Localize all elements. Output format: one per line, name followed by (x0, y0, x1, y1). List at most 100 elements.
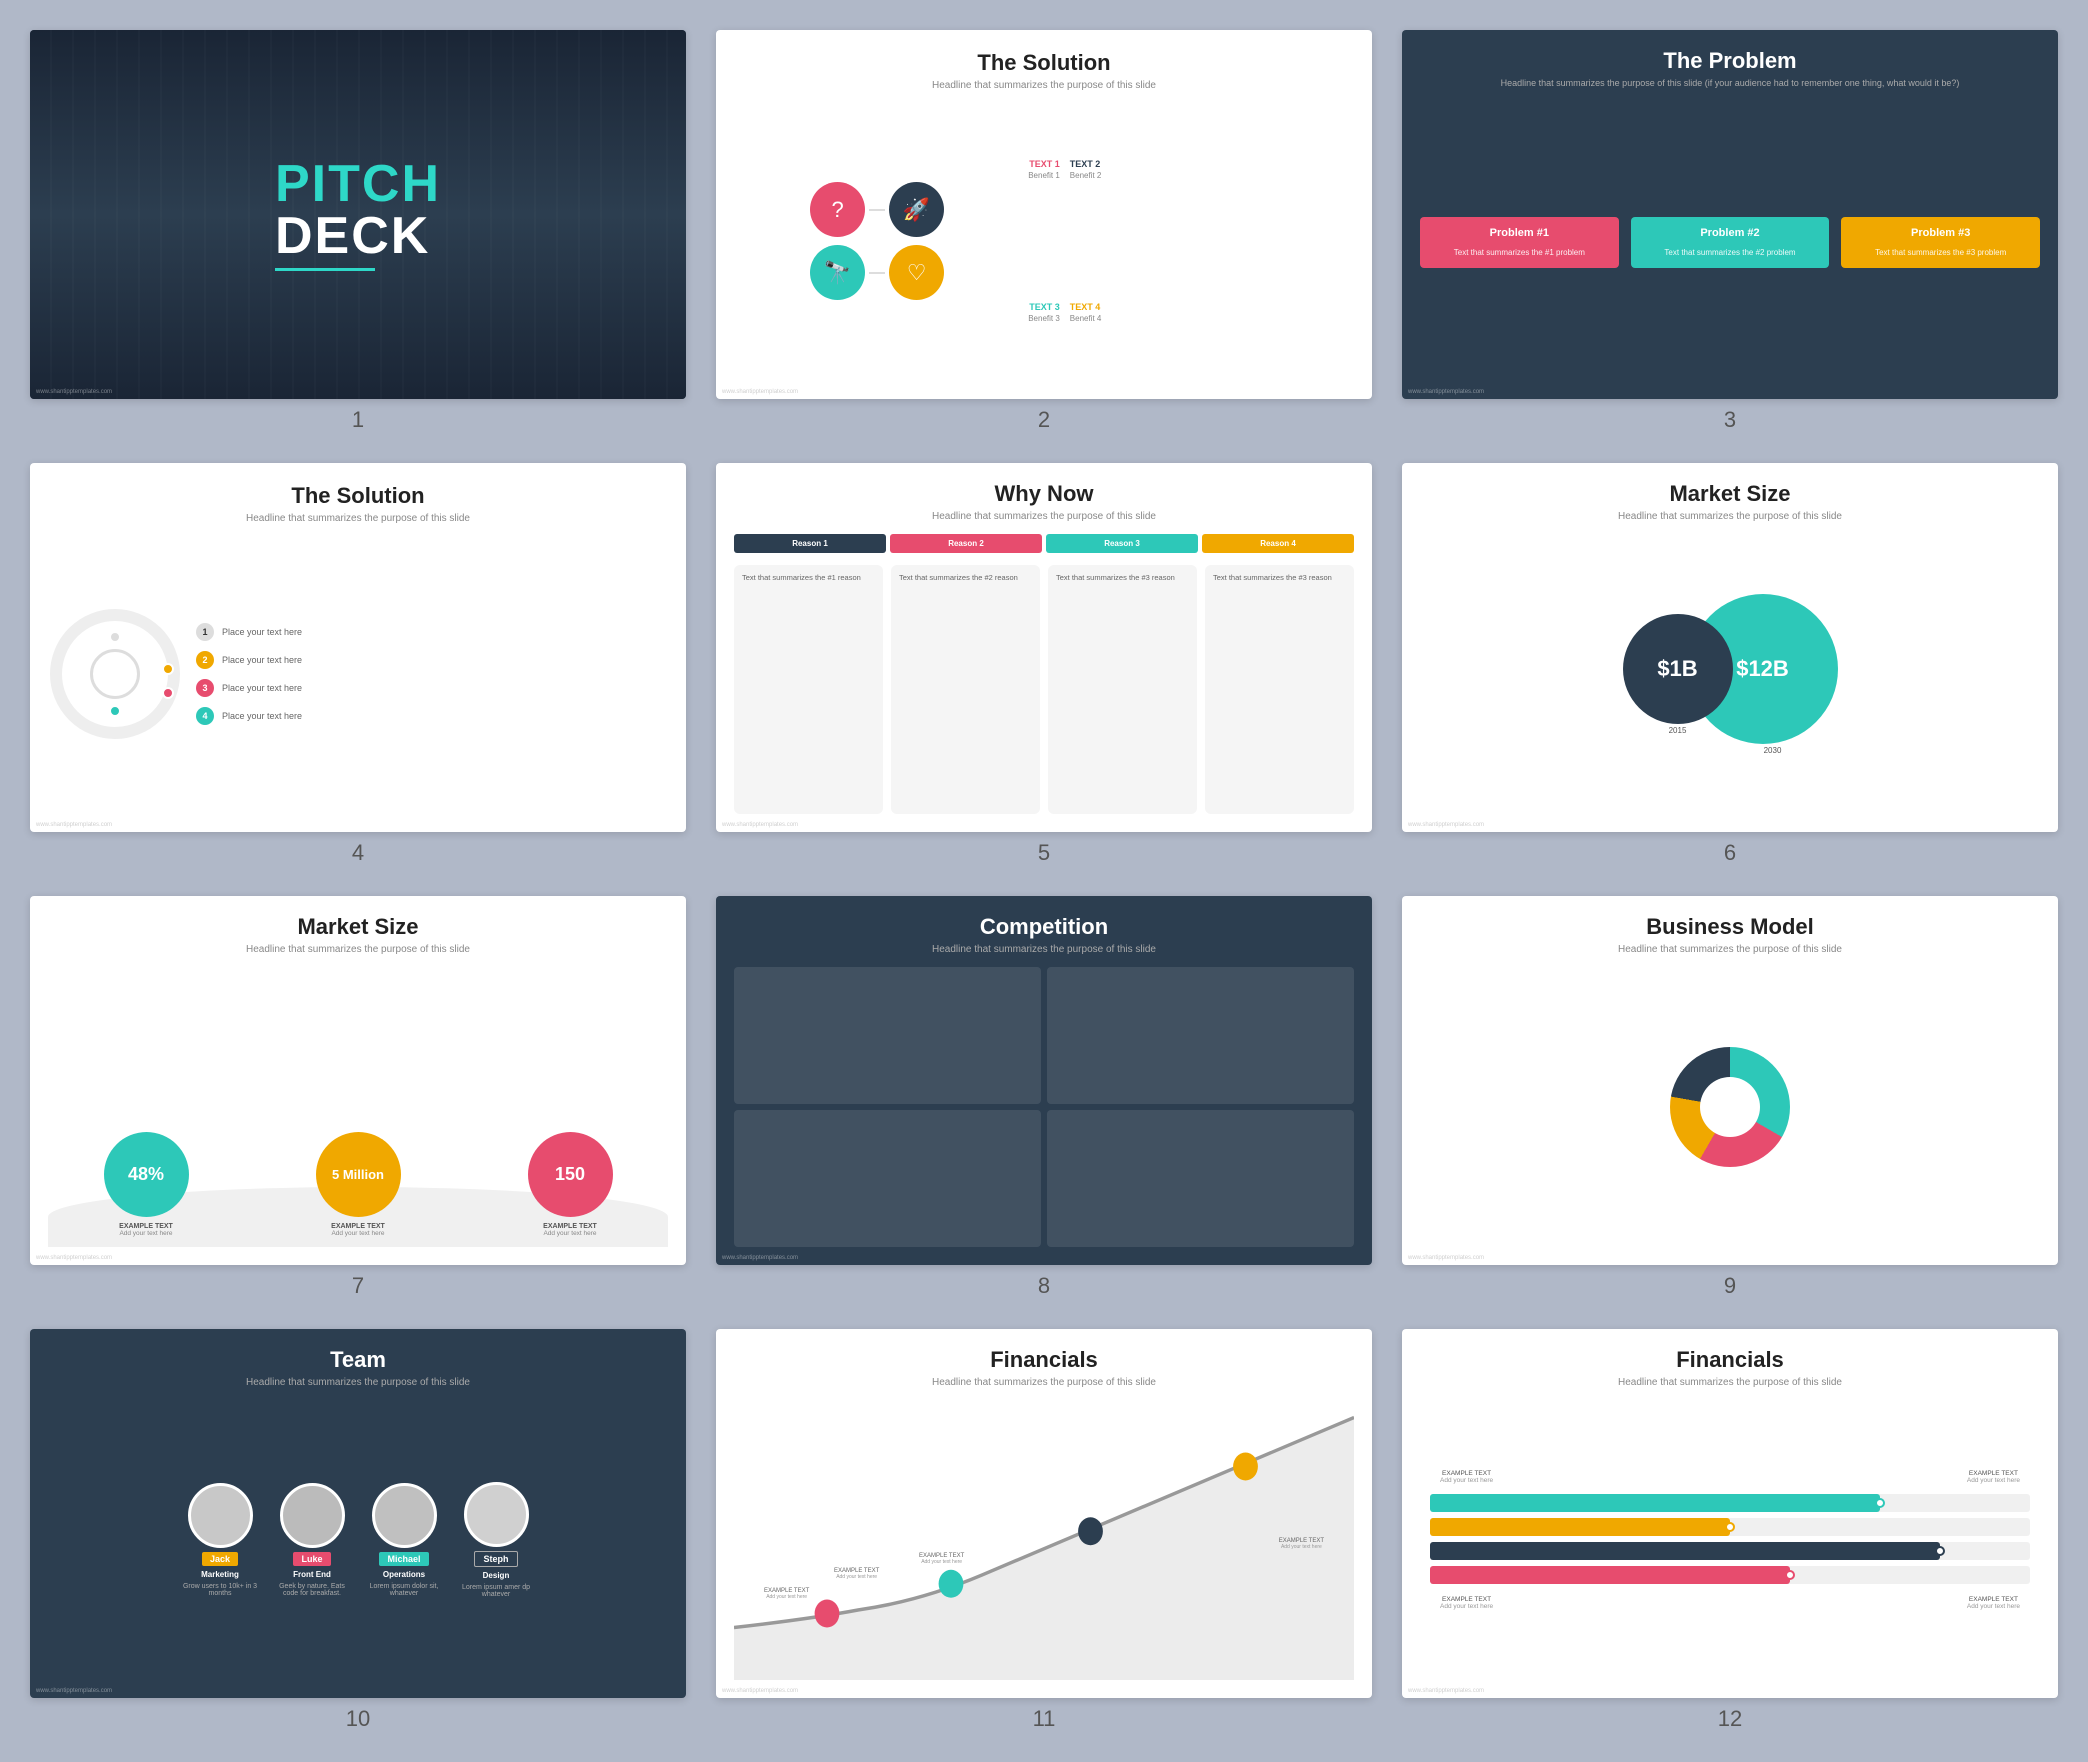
sol-label-2: TEXT 2 (1070, 159, 1101, 169)
slide-11[interactable]: Financials Headline that summarizes the … (716, 1329, 1372, 1698)
slide-3-title: The Problem (1663, 48, 1796, 74)
dot-right2 (162, 687, 174, 699)
slide-8[interactable]: Competition Headline that summarizes the… (716, 896, 1372, 1265)
dot-right1 (162, 663, 174, 675)
stat-circle-1: 48% (104, 1132, 189, 1217)
donut-container (1670, 967, 1790, 1247)
slide-12[interactable]: Financials Headline that summarizes the … (1402, 1329, 2058, 1698)
slide-wrapper-8: Competition Headline that summarizes the… (716, 896, 1372, 1299)
reason-btn-4[interactable]: Reason 4 (1202, 534, 1354, 553)
reason-btn-3[interactable]: Reason 3 (1046, 534, 1198, 553)
sol-circle-rocket: 🚀 (889, 182, 944, 237)
reason-box-4: Text that summarizes the #3 reason (1205, 565, 1354, 814)
team-members: Jack Marketing Grow users to 10k+ in 3 m… (48, 1400, 668, 1680)
watermark-9: www.shantipptemplates.com (1408, 1255, 1484, 1261)
comp-cell-1 (734, 967, 1041, 1104)
slide-number-10: 10 (346, 1706, 370, 1732)
slide-9-title: Business Model (1646, 914, 1813, 940)
team-name-michael: Michael (379, 1552, 428, 1566)
slide-3-subtitle: Headline that summarizes the purpose of … (1501, 78, 1960, 88)
reasons-content: Text that summarizes the #1 reason Text … (734, 565, 1354, 814)
slide-4[interactable]: The Solution Headline that summarizes th… (30, 463, 686, 832)
team-name-jack: Jack (202, 1552, 238, 1566)
problem-card-2-text: Text that summarizes the #2 problem (1639, 247, 1822, 258)
fin-dot-1 (1875, 1498, 1885, 1508)
slide-3[interactable]: The Problem Headline that summarizes the… (1402, 30, 2058, 399)
slide-wrapper-5: Why Now Headline that summarizes the pur… (716, 463, 1372, 866)
list-dot-2: 2 (196, 651, 214, 669)
sol-item-3: TEXT 3 Benefit 3 (1028, 302, 1060, 323)
sol-label-1: TEXT 1 (1029, 159, 1060, 169)
sol-item-2: TEXT 2 Benefit 2 (1070, 159, 1352, 180)
donut-chart (1670, 1047, 1790, 1167)
slide-9[interactable]: Business Model Headline that summarizes … (1402, 896, 2058, 1265)
market-circles: $1B 2015 $12B 2030 (1420, 534, 2040, 814)
sol-label-4: TEXT 4 (1070, 302, 1101, 312)
slide-10-title: Team (330, 1347, 386, 1373)
slide-7[interactable]: Market Size Headline that summarizes the… (30, 896, 686, 1265)
slide-12-title: Financials (1676, 1347, 1784, 1373)
stat-item-1: 48% EXAMPLE TEXT Add your text here (48, 1132, 244, 1237)
avatar-steph (464, 1482, 529, 1547)
watermark-11: www.shantipptemplates.com (722, 1688, 798, 1694)
pitch-line1: PITCH (275, 158, 441, 210)
watermark-7: www.shantipptemplates.com (36, 1255, 112, 1261)
problem-card-3: Problem #3 Text that summarizes the #3 p… (1841, 217, 2040, 268)
sol-text-2: Benefit 2 (1070, 171, 1102, 180)
team-role-steph: Design (483, 1571, 510, 1580)
slide-6-subtitle: Headline that summarizes the purpose of … (1618, 511, 1842, 522)
slide-10[interactable]: Team Headline that summarizes the purpos… (30, 1329, 686, 1698)
list-text-4: Place your text here (222, 711, 302, 721)
reasons-bar: Reason 1 Reason 2 Reason 3 Reason 4 (734, 534, 1354, 553)
slide-5[interactable]: Why Now Headline that summarizes the pur… (716, 463, 1372, 832)
slide-wrapper-6: Market Size Headline that summarizes the… (1402, 463, 2058, 866)
market-val-2030: $12B (1736, 656, 1789, 682)
solution-circles: ? 🚀 🔭 ♡ (736, 182, 1018, 300)
team-member-jack: Jack Marketing Grow users to 10k+ in 3 m… (180, 1483, 260, 1597)
dot-bottom (109, 705, 121, 717)
stat-circle-2: 5 Million (316, 1132, 401, 1217)
slide-2-subtitle: Headline that summarizes the purpose of … (932, 80, 1156, 91)
arrow-2 (869, 272, 885, 274)
avatar-jack (188, 1483, 253, 1548)
sol-item-4: TEXT 4 Benefit 4 (1070, 302, 1352, 323)
comp-cell-4 (1047, 1110, 1354, 1247)
fin-label-1: EXAMPLE TEXTAdd your text here (764, 1588, 809, 1600)
slide-6-title: Market Size (1669, 481, 1790, 507)
problem-card-3-title: Problem #3 (1849, 227, 2032, 239)
list-text-3: Place your text here (222, 683, 302, 693)
market-circle-2015: $1B (1623, 614, 1733, 724)
stat-circle-3: 150 (528, 1132, 613, 1217)
fin-bottom-label-2: EXAMPLE TEXTAdd your text here (1967, 1596, 2020, 1610)
reason-btn-1[interactable]: Reason 1 (734, 534, 886, 553)
slide-wrapper-4: The Solution Headline that summarizes th… (30, 463, 686, 866)
avatar-luke (280, 1483, 345, 1548)
team-role-luke: Front End (293, 1570, 331, 1579)
solution-big-circle (50, 609, 180, 739)
problem-card-2: Problem #2 Text that summarizes the #2 p… (1631, 217, 1830, 268)
sol-text-4: Benefit 4 (1070, 314, 1102, 323)
list-dot-3: 3 (196, 679, 214, 697)
slide-6[interactable]: Market Size Headline that summarizes the… (1402, 463, 2058, 832)
slide-wrapper-7: Market Size Headline that summarizes the… (30, 896, 686, 1299)
fin-bar-3 (1430, 1542, 2030, 1560)
fin-top-label-1: EXAMPLE TEXTAdd your text here (1440, 1470, 1493, 1484)
slide-2[interactable]: The Solution Headline that summarizes th… (716, 30, 1372, 399)
team-member-luke: Luke Front End Geek by nature. Eats code… (272, 1483, 352, 1597)
stat-sub-1: Add your text here (119, 1230, 172, 1237)
slide-number-5: 5 (1038, 840, 1050, 866)
reason-btn-2[interactable]: Reason 2 (890, 534, 1042, 553)
slide-number-4: 4 (352, 840, 364, 866)
slide-wrapper-2: The Solution Headline that summarizes th… (716, 30, 1372, 433)
market-val-2015: $1B (1657, 656, 1697, 682)
arrow-1 (869, 209, 885, 211)
market-year-2015: 2015 (1669, 726, 1687, 735)
list-item-4: 4 Place your text here (196, 707, 666, 725)
slide-1[interactable]: PITCH DECK www.shantipptemplates.com (30, 30, 686, 399)
comp-cell-2 (1047, 967, 1354, 1104)
fin-bottom-labels: EXAMPLE TEXTAdd your text here EXAMPLE T… (1420, 1596, 2040, 1610)
slide-number-1: 1 (352, 407, 364, 433)
watermark-5: www.shantipptemplates.com (722, 822, 798, 828)
watermark-8: www.shantipptemplates.com (722, 1255, 798, 1261)
watermark-10: www.shantipptemplates.com (36, 1688, 112, 1694)
